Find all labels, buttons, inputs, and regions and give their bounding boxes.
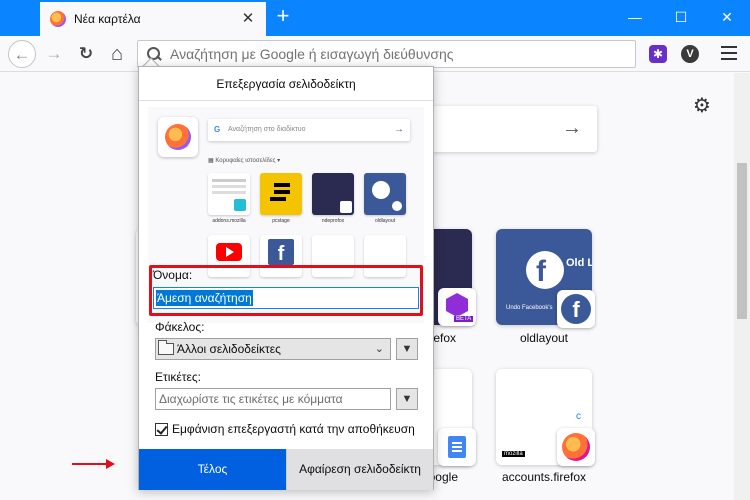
google-docs-icon bbox=[438, 428, 476, 466]
newtab-search-box[interactable]: → bbox=[430, 106, 597, 152]
preview-section-label: ▦ Κορυφαίες ιστοσελίδες ▾ bbox=[208, 158, 281, 164]
chevron-down-icon: ⌄ bbox=[374, 343, 384, 355]
preview-tile-label: ndeprofox bbox=[321, 218, 345, 224]
folder-label: Φάκελος: bbox=[155, 320, 205, 334]
preview-tile bbox=[260, 173, 302, 215]
hamburger-menu-icon[interactable] bbox=[721, 46, 737, 60]
preview-tile-label: oldlayout bbox=[374, 218, 395, 224]
show-editor-label: Εμφάνιση επεξεργαστή κατά την αποθήκευση bbox=[172, 422, 415, 436]
preview-tile bbox=[364, 173, 406, 215]
tags-label: Ετικέτες: bbox=[155, 370, 201, 384]
firefox-account-icon bbox=[557, 428, 595, 466]
arrow-right-icon[interactable]: → bbox=[562, 117, 582, 140]
tile-label: oldlayout bbox=[519, 331, 569, 345]
firefox-icon bbox=[50, 11, 66, 27]
folder-value: Άλλοι σελιδοδείκτες bbox=[177, 342, 281, 356]
tags-expand-button[interactable]: ▼ bbox=[396, 388, 418, 410]
gear-icon[interactable]: ⚙ bbox=[693, 96, 713, 116]
preview-tile-label: addons.mozilla bbox=[212, 218, 246, 224]
firefox-logo-icon bbox=[158, 117, 198, 157]
folder-expand-button[interactable]: ▼ bbox=[396, 338, 418, 360]
show-editor-row[interactable]: Εμφάνιση επεξεργαστή κατά την αποθήκευση bbox=[155, 422, 415, 436]
done-button[interactable]: Τέλος bbox=[139, 449, 286, 490]
folder-icon bbox=[158, 340, 174, 355]
minimize-button[interactable]: — bbox=[612, 0, 658, 34]
dialog-title: Επεξεργασία σελιδοδείκτη bbox=[139, 67, 433, 101]
tags-input[interactable] bbox=[155, 388, 391, 410]
edit-bookmark-panel: Επεξεργασία σελιδοδείκτη Αναζήτηση στο δ… bbox=[138, 66, 434, 490]
title-bar: Νέα καρτέλα ✕ + — ☐ ✕ bbox=[0, 0, 750, 36]
forward-button[interactable]: → bbox=[40, 40, 68, 68]
extension-star-icon[interactable]: ✱ bbox=[649, 45, 667, 63]
preview-tile bbox=[312, 173, 354, 215]
scrollbar[interactable] bbox=[734, 73, 750, 500]
scrollbar-thumb[interactable] bbox=[737, 163, 747, 319]
bookmark-name-input[interactable]: Άμεση αναζήτηση bbox=[153, 287, 419, 309]
preview-tile bbox=[208, 173, 250, 215]
red-arrow-annotation bbox=[72, 459, 116, 469]
tab-new-tab[interactable]: Νέα καρτέλα ✕ bbox=[40, 2, 266, 36]
back-button[interactable]: ← bbox=[8, 40, 36, 68]
maximize-button[interactable]: ☐ bbox=[658, 0, 704, 34]
folder-select[interactable]: Άλλοι σελιδοδείκτες ⌄ bbox=[155, 338, 391, 360]
home-button[interactable]: ⌂ bbox=[103, 40, 131, 68]
name-value: Άμεση αναζήτηση bbox=[156, 290, 253, 306]
close-tab-icon[interactable]: ✕ bbox=[240, 11, 256, 27]
tab-title: Νέα καρτέλα bbox=[74, 12, 141, 26]
extension-vpn-icon[interactable]: V bbox=[681, 45, 699, 63]
remove-bookmark-button[interactable]: Αφαίρεση σελιδοδείκτη bbox=[286, 449, 433, 490]
close-window-button[interactable]: ✕ bbox=[704, 0, 750, 34]
tile-label: accounts.firefox bbox=[501, 470, 587, 484]
facebook-icon: f bbox=[557, 290, 595, 328]
preview-search-box: Αναζήτηση στο διαδίκτυο bbox=[208, 119, 410, 141]
reload-button[interactable]: ↻ bbox=[72, 40, 100, 68]
new-tab-button[interactable]: + bbox=[272, 5, 294, 29]
preview-tile-label: pcstage bbox=[272, 218, 290, 224]
show-editor-checkbox[interactable] bbox=[155, 422, 168, 436]
url-input[interactable] bbox=[170, 46, 610, 62]
beta-extension-icon: BETA bbox=[438, 288, 476, 326]
address-bar[interactable] bbox=[137, 40, 636, 68]
